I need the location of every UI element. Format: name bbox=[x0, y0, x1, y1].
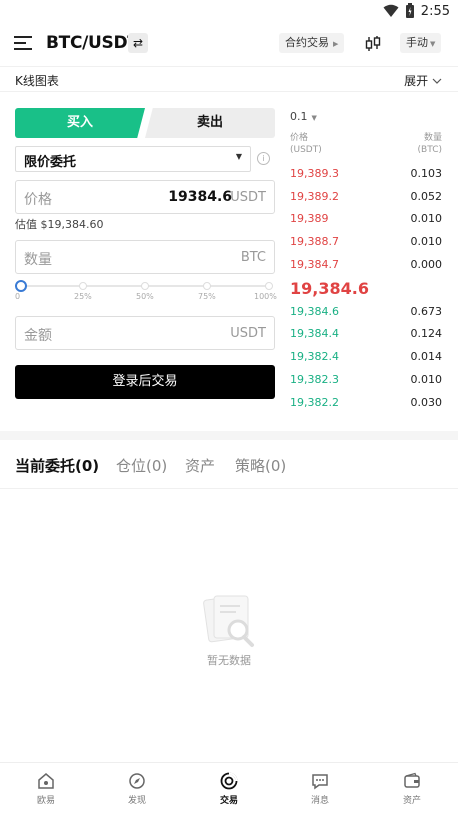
total-field[interactable]: 金额 USDT bbox=[15, 316, 275, 350]
empty-data-text: 暂无数据 bbox=[207, 654, 251, 667]
last-price: 19,384.6 bbox=[290, 279, 369, 298]
status-time: 2:55 bbox=[420, 3, 450, 19]
ask-row[interactable]: 19,384.7 0.000 bbox=[290, 258, 442, 274]
amount-field[interactable]: 数量 BTC bbox=[15, 240, 275, 274]
amount-unit: BTC bbox=[240, 250, 266, 265]
slider-stop[interactable] bbox=[141, 282, 149, 290]
slider-tick: 50% bbox=[136, 292, 154, 301]
bottom-nav: 欧易 发现 交易 消息 资产 bbox=[0, 762, 458, 814]
price-value: 19384.6 bbox=[168, 189, 232, 205]
bid-row[interactable]: 19,382.2 0.030 bbox=[290, 396, 442, 412]
status-bar: 2:55 bbox=[0, 0, 458, 24]
price-field[interactable]: 价格 19384.6 USDT bbox=[15, 180, 275, 214]
price-unit: USDT bbox=[230, 190, 266, 205]
nav-item-trade[interactable]: 交易 bbox=[199, 763, 259, 814]
amount-slider[interactable]: 0 25% 50% 75% 100% bbox=[15, 280, 277, 304]
slider-handle[interactable] bbox=[15, 280, 27, 292]
nav-label: 消息 bbox=[310, 796, 329, 806]
nav-label: 资产 bbox=[402, 796, 421, 806]
orderbook-price-header: 价格 (USDT) bbox=[290, 133, 322, 155]
ask-row[interactable]: 19,388.7 0.010 bbox=[290, 235, 442, 251]
discover-icon bbox=[129, 773, 145, 789]
bid-row[interactable]: 19,384.4 0.124 bbox=[290, 327, 442, 343]
total-placeholder: 金额 bbox=[24, 328, 52, 344]
chevron-down-icon: ▼ bbox=[311, 114, 317, 122]
tab-assets[interactable]: 资产 bbox=[185, 455, 215, 476]
kline-title: K线图表 bbox=[15, 74, 59, 88]
trading-pair[interactable]: BTC/USDT bbox=[46, 33, 139, 53]
sell-tab[interactable]: 卖出 bbox=[145, 108, 275, 138]
empty-data-icon bbox=[203, 595, 254, 647]
login-to-trade-button[interactable]: 登录后交易 bbox=[15, 365, 275, 399]
trade-icon bbox=[220, 772, 238, 790]
total-unit: USDT bbox=[230, 326, 266, 341]
wallet-icon bbox=[404, 772, 420, 788]
contract-trade-button[interactable]: 合约交易 ▶ bbox=[279, 33, 345, 53]
message-icon bbox=[312, 774, 328, 790]
chevron-down-icon: ▼ bbox=[235, 152, 242, 161]
buy-sell-tabs: 买入 卖出 bbox=[15, 108, 275, 138]
nav-label: 欧易 bbox=[36, 796, 55, 806]
nav-label: 交易 bbox=[219, 796, 238, 806]
wifi-icon bbox=[383, 4, 399, 17]
chevron-down-icon bbox=[432, 78, 442, 84]
tab-strategies[interactable]: 策略(0) bbox=[235, 455, 286, 476]
slider-tick: 25% bbox=[74, 292, 92, 301]
buy-tab[interactable]: 买入 bbox=[15, 108, 145, 138]
mode-label: 手动 bbox=[406, 36, 428, 49]
nav-item-assets[interactable]: 资产 bbox=[382, 763, 442, 814]
slider-tick: 75% bbox=[198, 292, 216, 301]
menu-icon[interactable] bbox=[14, 36, 32, 52]
top-bar: BTC/USDT ⇄ 合约交易 ▶ 手动 ▼ bbox=[0, 26, 458, 64]
nav-item-home[interactable]: 欧易 bbox=[16, 763, 76, 814]
candlestick-icon[interactable] bbox=[363, 34, 383, 54]
bid-row[interactable]: 19,384.6 0.673 bbox=[290, 305, 442, 321]
ask-row[interactable]: 19,389.2 0.052 bbox=[290, 190, 442, 206]
slider-stop[interactable] bbox=[265, 282, 273, 290]
price-placeholder: 价格 bbox=[24, 192, 52, 208]
order-type-select[interactable]: 限价委托 ▼ bbox=[15, 146, 251, 172]
bid-row[interactable]: 19,382.4 0.014 bbox=[290, 350, 442, 366]
nav-item-messages[interactable]: 消息 bbox=[290, 763, 350, 814]
order-type-label: 限价委托 bbox=[24, 155, 77, 170]
triangle-right-icon: ▶ bbox=[333, 40, 339, 48]
nav-item-discover[interactable]: 发现 bbox=[107, 763, 167, 814]
chevron-down-icon: ▼ bbox=[430, 40, 436, 48]
orderbook-qty-header: 数量 (BTC) bbox=[417, 133, 442, 155]
tab-positions[interactable]: 仓位(0) bbox=[116, 455, 167, 476]
ask-row[interactable]: 19,389 0.010 bbox=[290, 212, 442, 228]
slider-stop[interactable] bbox=[79, 282, 87, 290]
nav-label: 发现 bbox=[127, 796, 146, 806]
section-divider bbox=[0, 431, 458, 440]
amount-placeholder: 数量 bbox=[24, 252, 52, 268]
slider-tick: 0 bbox=[15, 292, 21, 301]
kline-expand[interactable]: 展开 bbox=[404, 72, 442, 89]
swap-pair-icon[interactable]: ⇄ bbox=[128, 33, 148, 53]
bid-row[interactable]: 19,382.3 0.010 bbox=[290, 373, 442, 389]
home-icon bbox=[38, 773, 54, 789]
mode-select[interactable]: 手动 ▼ bbox=[400, 33, 442, 53]
estimated-value: 估值 $19,384.60 bbox=[15, 218, 104, 231]
depth-select[interactable]: 0.1 ▼ bbox=[290, 110, 317, 123]
tab-open-orders[interactable]: 当前委托(0) bbox=[15, 455, 99, 476]
battery-icon bbox=[405, 3, 414, 18]
slider-tick: 100% bbox=[254, 292, 277, 301]
contract-trade-label: 合约交易 bbox=[285, 36, 329, 49]
slider-stop[interactable] bbox=[203, 282, 211, 290]
info-icon[interactable]: i bbox=[257, 152, 270, 165]
ask-row[interactable]: 19,389.3 0.103 bbox=[290, 167, 442, 183]
kline-chart-bar[interactable]: K线图表 展开 bbox=[0, 66, 458, 92]
tabs-divider bbox=[0, 488, 458, 489]
